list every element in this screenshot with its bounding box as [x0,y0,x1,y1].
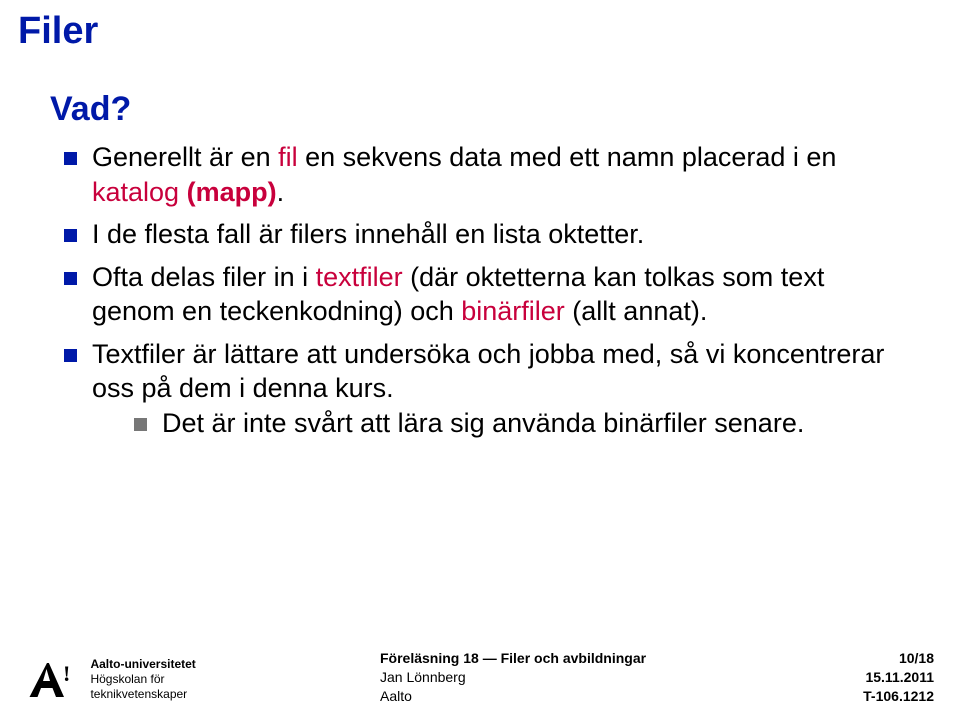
slide-footer: ! Aalto-universitetet Högskolan för tekn… [0,640,960,720]
logo-line: teknikvetenskaper [90,687,187,701]
slide-title: Filer [18,10,98,53]
bullet-item: Generellt är en fil en sekvens data med … [60,140,910,209]
highlight: binärfiler [461,296,565,326]
footer-right: 10/18 15.11.2011 T-106.1212 [863,649,934,706]
slide-date: 15.11.2011 [865,669,934,685]
bullet-item: Textfiler är lättare att undersöka och j… [60,337,910,441]
aalto-logo: ! Aalto-universitetet Högskolan för tekn… [28,657,196,706]
slide: Filer Vad? Generellt är en fil en sekven… [0,0,960,720]
lecture-author: Jan Lönnberg [380,669,466,685]
lecture-title: Föreläsning 18 — Filer och avbildningar [380,650,646,666]
sub-bullet-item: Det är inte svårt att lära sig använda b… [130,406,910,441]
text-fragment: (allt annat). [565,296,708,326]
footer-center: Föreläsning 18 — Filer och avbildningar … [380,649,646,706]
aalto-logo-text: Aalto-universitetet Högskolan för teknik… [90,657,195,702]
sub-bullet-list: Det är inte svårt att lära sig använda b… [130,406,910,441]
highlight: fil [278,142,298,172]
highlight: katalog [92,177,179,207]
bullet-item: I de flesta fall är filers innehåll en l… [60,217,910,252]
page-number: 10/18 [899,650,934,666]
course-code: T-106.1212 [863,688,934,704]
aalto-logo-icon: ! [28,657,76,706]
highlight-bold: (mapp) [179,177,277,207]
text-fragment: en sekvens data med ett namn placerad i … [298,142,837,172]
text-fragment: Textfiler är lättare att undersöka och j… [92,339,884,404]
logo-line: Högskolan för [90,672,164,686]
highlight: textfiler [316,262,403,292]
bullet-list: Generellt är en fil en sekvens data med … [60,140,910,440]
text-fragment: . [277,177,285,207]
lecture-org: Aalto [380,688,412,704]
slide-body: Generellt är en fil en sekvens data med … [60,140,910,448]
slide-subtitle: Vad? [50,90,131,129]
svg-text:!: ! [63,661,70,686]
text-fragment: Generellt är en [92,142,278,172]
logo-line: Aalto-universitetet [90,657,195,671]
bullet-item: Ofta delas filer in i textfiler (där okt… [60,260,910,329]
text-fragment: Ofta delas filer in i [92,262,316,292]
